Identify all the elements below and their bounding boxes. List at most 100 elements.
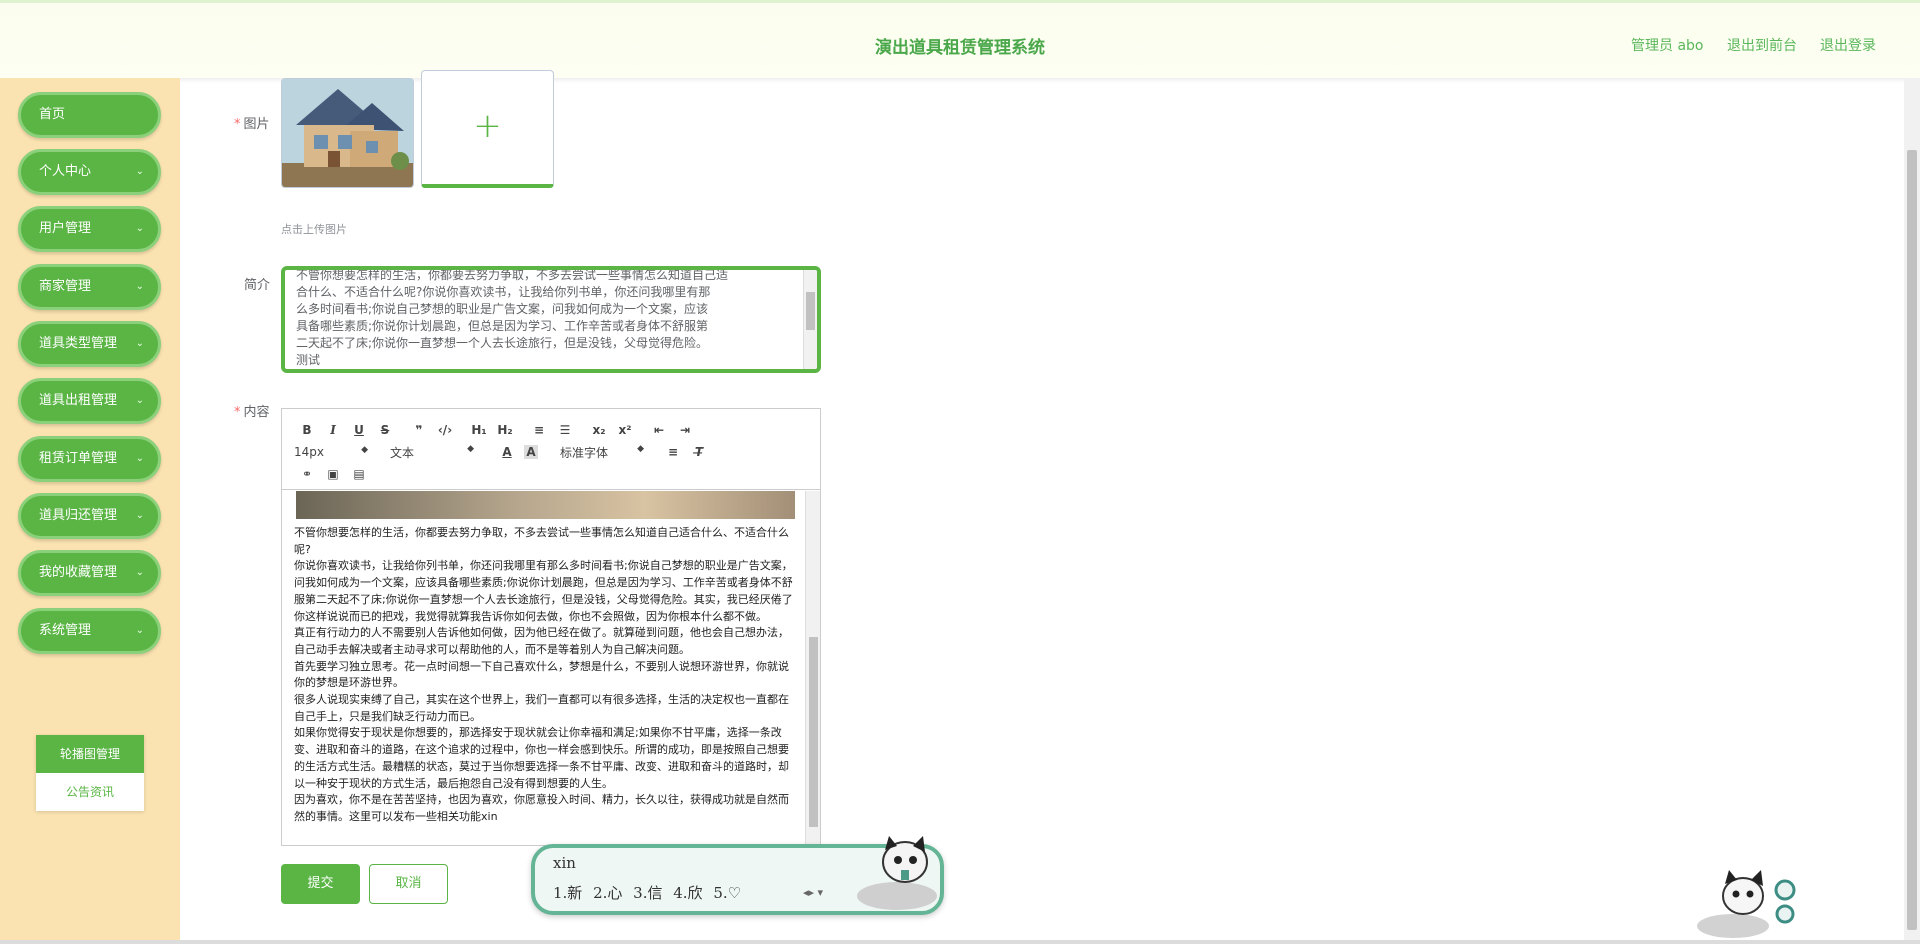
- sidebar-item-2[interactable]: 个人中心 ⌄: [18, 149, 161, 195]
- chevron-down-icon: ⌄: [135, 453, 144, 464]
- sidebar-item-7[interactable]: 租赁订单管理 ⌄: [18, 436, 161, 482]
- submit-button[interactable]: 提交: [281, 864, 360, 904]
- select-arrow-icon: ◆: [637, 443, 644, 454]
- sidebar-item-label: 我的收藏管理: [39, 565, 118, 580]
- sidebar-item-label: 道具出租管理: [39, 393, 118, 408]
- content-paragraph: 首先要学习独立思考。花一点时间想一下自己喜欢什么，梦想是什么，不要别人说想环游世…: [294, 659, 789, 690]
- editor-scroll-thumb[interactable]: [809, 637, 818, 827]
- content-label-text: 内容: [243, 405, 270, 420]
- clear-format-icon[interactable]: T̶: [686, 445, 712, 459]
- chevron-down-icon: ⌄: [135, 281, 144, 292]
- sidebar-item-9[interactable]: 我的收藏管理 ⌄: [18, 550, 161, 596]
- bottom-divider: [0, 940, 1920, 944]
- sidebar-item-label: 首页: [39, 107, 66, 122]
- bullet-list-icon[interactable]: ☰: [552, 423, 578, 437]
- intro-scrollbar[interactable]: [803, 270, 817, 369]
- sidebar-item-5[interactable]: 道具类型管理 ⌄: [18, 321, 161, 367]
- intro-label: 简介: [244, 278, 271, 293]
- font-size-select[interactable]: 14px ◆: [294, 445, 374, 459]
- sidebar-item-6[interactable]: 道具出租管理 ⌄: [18, 378, 161, 424]
- underline-button[interactable]: U: [346, 423, 372, 437]
- chevron-down-icon: ⌄: [135, 625, 144, 636]
- italic-button[interactable]: I: [320, 423, 346, 437]
- ordered-list-icon[interactable]: ≡: [526, 423, 552, 437]
- ime-candidate-window: xin 1.新 2.心 3.信 4.欣 5.♡ ◂▸ ▾: [531, 836, 944, 915]
- page-scrollbar[interactable]: [1904, 78, 1920, 944]
- bold-button[interactable]: B: [294, 423, 320, 437]
- editor-toolbar: B I U S ❞ ‹/› H₁ H₂ ≡ ☰ x₂ x² ⇤ ⇥ 14px ◆ …: [282, 409, 820, 490]
- submenu-item-announcements[interactable]: 公告资讯: [36, 773, 144, 811]
- superscript-button[interactable]: x²: [612, 423, 638, 437]
- font-family-select[interactable]: 标准字体 ◆: [560, 444, 650, 461]
- intro-line: 测试: [296, 353, 321, 367]
- blockquote-icon[interactable]: ❞: [406, 423, 432, 437]
- subscript-button[interactable]: x₂: [586, 423, 612, 437]
- chevron-down-icon: ⌄: [135, 338, 144, 349]
- content-paragraph: 不管你想要怎样的生活，你都要去努力争取，不多去尝试一些事情怎么知道自己适合什么、…: [294, 526, 789, 556]
- sidebar-item-label: 商家管理: [39, 279, 92, 294]
- toolbar-row-2: 14px ◆ 文本 ◆ A A 标准字体 ◆ ≡ T̶: [294, 441, 820, 463]
- content-image: [296, 491, 795, 519]
- font-size-value: 14px: [294, 445, 324, 459]
- content-paragraph: 真正有行动力的人不需要别人告诉他如何做，因为他已经在做了。就算碰到问题，他也会自…: [294, 626, 789, 656]
- intro-line: 二天起不了床;你说你一直梦想一个人去长途旅行，但是没钱，父母觉得危险。: [296, 336, 709, 350]
- block-type-value: 文本: [390, 445, 415, 460]
- block-type-select[interactable]: 文本 ◆: [390, 444, 480, 461]
- house-image: [282, 79, 413, 187]
- chevron-down-icon: ⌄: [135, 223, 144, 234]
- rich-text-editor: B I U S ❞ ‹/› H₁ H₂ ≡ ☰ x₂ x² ⇤ ⇥ 14px ◆ …: [281, 408, 821, 846]
- logout-link[interactable]: 退出登录: [1820, 35, 1876, 55]
- plus-icon: +: [473, 106, 502, 146]
- content-paragraph: 很多人说现实束缚了自己，其实在这个世界上，我们一直都可以有很多选择，生活的决定权…: [294, 693, 789, 723]
- font-color-icon[interactable]: A: [494, 445, 520, 459]
- intro-scroll-thumb[interactable]: [806, 292, 815, 330]
- select-arrow-icon: ◆: [467, 443, 474, 454]
- ime-candidates[interactable]: 1.新 2.心 3.信 4.欣 5.♡: [553, 882, 741, 903]
- sidebar-item-10[interactable]: 系统管理 ⌄: [18, 608, 161, 654]
- outdent-icon[interactable]: ⇤: [646, 423, 672, 437]
- h1-button[interactable]: H₁: [466, 423, 492, 437]
- ime-cat-mascot-icon: [857, 836, 937, 910]
- content-paragraph: 你说你喜欢读书，让我给你列书单，你还问我哪里有那么多时间看书;你说自己梦想的职业…: [294, 559, 793, 623]
- cancel-button[interactable]: 取消: [369, 864, 448, 904]
- chevron-down-icon: ⌄: [135, 166, 144, 177]
- h2-button[interactable]: H₂: [492, 423, 518, 437]
- content-label: * 内容: [234, 401, 270, 420]
- code-icon[interactable]: ‹/›: [432, 423, 458, 437]
- indent-icon[interactable]: ⇥: [672, 423, 698, 437]
- intro-textarea[interactable]: 不管你想要怎样的生活，你都要去努力争取，不多去尝试一些事情怎么知道自己适 合什么、…: [281, 266, 821, 373]
- sidebar-item-label: 道具类型管理: [39, 336, 118, 351]
- image-icon[interactable]: ▣: [320, 467, 346, 481]
- intro-line: 不管你想要怎样的生活，你都要去努力争取，不多去尝试一些事情怎么知道自己适: [296, 268, 729, 282]
- exit-to-front-link[interactable]: 退出到前台: [1727, 35, 1797, 55]
- uploaded-image-thumbnail[interactable]: [281, 78, 414, 188]
- cat-mascot-icon: [1697, 870, 1796, 938]
- chevron-down-icon: ⌄: [135, 395, 144, 406]
- select-arrow-icon: ◆: [361, 445, 368, 455]
- ime-page-arrows-icon[interactable]: ◂▸ ▾: [803, 886, 823, 899]
- toolbar-row-3: ⚭ ▣ ▤: [294, 463, 820, 485]
- content-paragraph: 如果你觉得安于现状是你想要的，那选择安于现状就会让你幸福和满足;如果你不甘平庸，…: [294, 726, 789, 790]
- font-family-value: 标准字体: [560, 445, 609, 460]
- sidebar-item-1[interactable]: 首页: [18, 92, 161, 138]
- background-color-icon[interactable]: A: [524, 445, 538, 459]
- editor-content[interactable]: 不管你想要怎样的生活，你都要去努力争取，不多去尝试一些事情怎么知道自己适合什么、…: [282, 491, 805, 845]
- required-mark: *: [234, 405, 241, 420]
- sidebar-item-4[interactable]: 商家管理 ⌄: [18, 264, 161, 310]
- editor-scrollbar[interactable]: [805, 491, 820, 845]
- submenu-item-carousel[interactable]: 轮播图管理: [36, 735, 144, 773]
- strike-button[interactable]: S: [372, 423, 398, 437]
- intro-line: 么多时间看书;你说自己梦想的职业是广告文案，问我如何成为一个文案，应该: [296, 302, 709, 316]
- admin-user-label[interactable]: 管理员 abo: [1631, 35, 1703, 55]
- image-upload-button[interactable]: +: [421, 70, 554, 188]
- video-icon[interactable]: ▤: [346, 467, 372, 481]
- upload-tip: 点击上传图片: [281, 223, 347, 236]
- chevron-down-icon: ⌄: [135, 567, 144, 578]
- link-icon[interactable]: ⚭: [294, 467, 320, 481]
- sidebar-item-label: 租赁订单管理: [39, 451, 118, 466]
- page-scroll-thumb[interactable]: [1907, 150, 1917, 930]
- align-icon[interactable]: ≡: [660, 445, 686, 459]
- sidebar-item-3[interactable]: 用户管理 ⌄: [18, 206, 161, 252]
- system-submenu: 轮播图管理 公告资讯: [36, 735, 144, 811]
- sidebar-item-8[interactable]: 道具归还管理 ⌄: [18, 493, 161, 539]
